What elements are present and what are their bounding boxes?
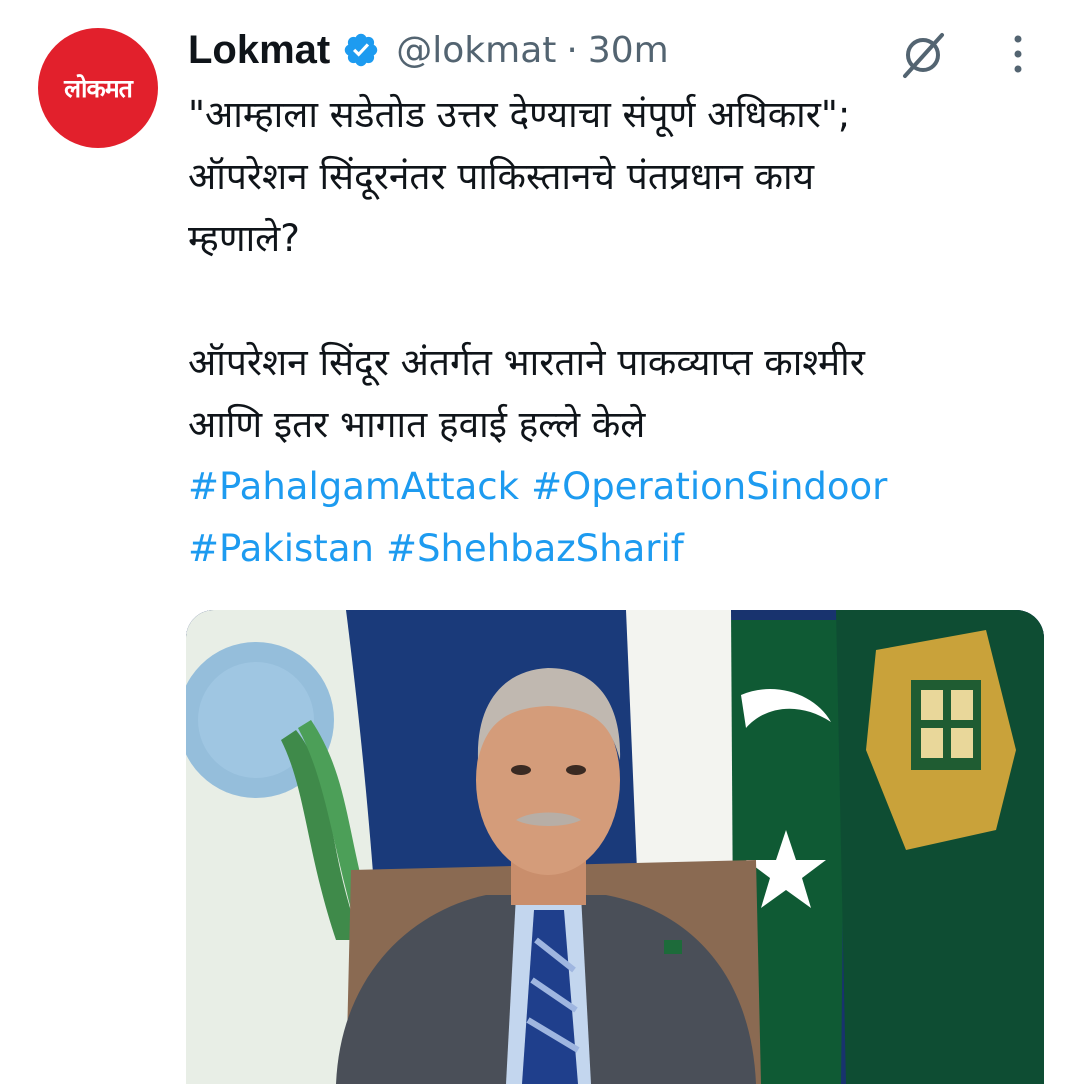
grok-icon[interactable]: [895, 26, 951, 82]
hashtag-link[interactable]: #Pakistan: [188, 527, 374, 570]
hashtag-link[interactable]: #PahalgamAttack: [188, 465, 519, 508]
tweet-text-line: ऑपरेशन सिंदूर अंतर्गत भारताने पाकव्याप्त…: [188, 341, 865, 384]
tweet-text-line: आणि इतर भागात हवाई हल्ले केले: [188, 403, 646, 446]
user-handle[interactable]: @lokmat: [396, 30, 556, 71]
avatar-logo: लोकमत: [64, 74, 133, 103]
hashtag-link[interactable]: #OperationSindoor: [531, 465, 887, 508]
media-illustration: [186, 610, 1044, 1084]
tweet-text-line: म्हणाले?: [188, 217, 300, 260]
timestamp[interactable]: 30m: [588, 30, 669, 71]
display-name[interactable]: Lokmat: [188, 28, 330, 73]
media-image[interactable]: [186, 610, 1044, 1084]
hashtag-row: #Pakistan #ShehbazSharif: [188, 518, 1058, 580]
tweet-text-line: ऑपरेशन सिंदूरनंतर पाकिस्तानचे पंतप्रधान …: [188, 155, 815, 198]
verified-badge-icon: [345, 33, 378, 67]
tweet-text-line: "आम्हाला सडेतोड उत्तर देण्याचा संपूर्ण अ…: [188, 93, 851, 136]
tweet-text: "आम्हाला सडेतोड उत्तर देण्याचा संपूर्ण अ…: [188, 84, 1058, 580]
tweet-header: Lokmat @lokmat · 30m: [188, 24, 669, 76]
avatar[interactable]: लोकमत: [38, 28, 158, 148]
separator-dot: ·: [566, 29, 578, 71]
more-options-icon[interactable]: [1003, 32, 1033, 76]
hashtag-row: #PahalgamAttack #OperationSindoor: [188, 456, 1058, 518]
tweet-card[interactable]: लोकमत Lokmat @lokmat · 30m "आम्हाला सडेत…: [0, 0, 1080, 1084]
hashtag-link[interactable]: #ShehbazSharif: [386, 527, 684, 570]
